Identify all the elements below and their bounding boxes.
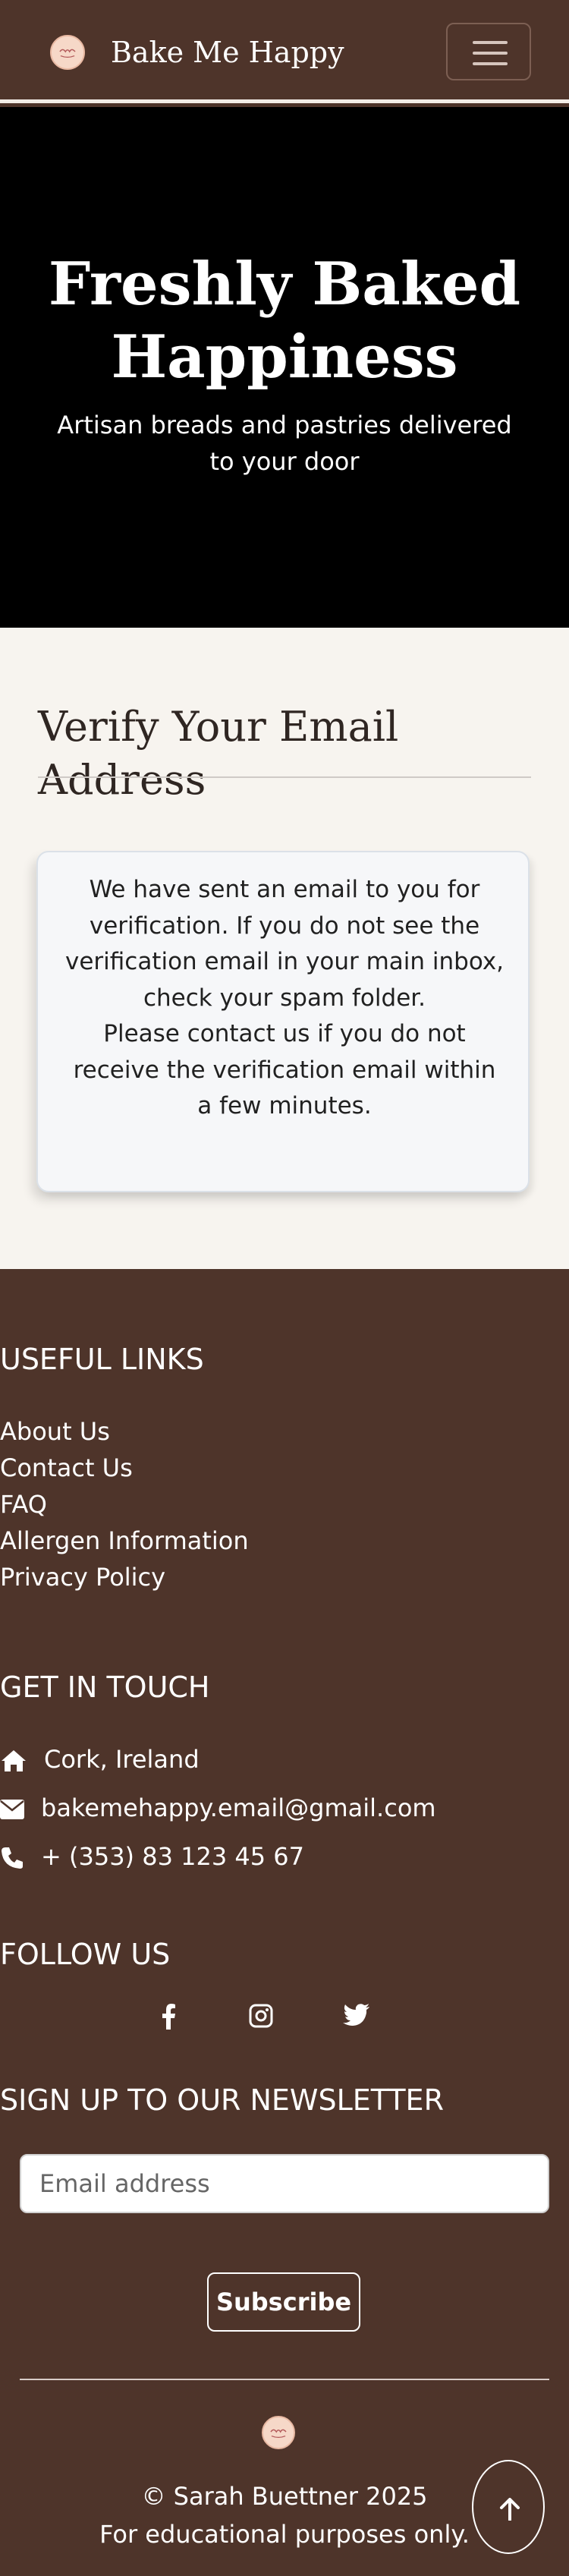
bakery-logo-icon[interactable] — [50, 35, 85, 70]
footer-divider — [20, 2379, 549, 2380]
home-icon — [0, 1749, 27, 1773]
verification-message-line-1: We have sent an email to you for verific… — [64, 876, 505, 1012]
hero-title: Freshly Baked Happiness — [48, 250, 521, 392]
instagram-icon[interactable] — [249, 2004, 273, 2028]
phone-text[interactable]: + (353) 83 123 45 67 — [41, 1842, 304, 1871]
contact-phone[interactable]: + (353) 83 123 45 67 — [0, 1838, 569, 1875]
verify-email-section: Verify Your Email Address We have sent a… — [0, 628, 569, 1269]
navbar: Bake Me Happy — [0, 0, 569, 103]
footer-link-allergen-information[interactable]: Allergen Information — [0, 1523, 569, 1559]
hamburger-menu-icon — [473, 41, 508, 44]
footer-link-faq[interactable]: FAQ — [0, 1486, 569, 1523]
hero-banner: Freshly Baked Happiness Artisan breads a… — [0, 107, 569, 628]
twitter-icon[interactable] — [343, 2004, 370, 2026]
footer-copyright: © Sarah Buettner 2025 For educational pu… — [76, 2477, 493, 2553]
footer-link-contact-us[interactable]: Contact Us — [0, 1450, 569, 1486]
brand-name[interactable]: Bake Me Happy — [111, 32, 344, 73]
title-divider — [38, 776, 531, 778]
address-text: Cork, Ireland — [44, 1745, 200, 1774]
hero-subtitle: Artisan breads and pastries delivered to… — [57, 411, 512, 476]
verification-message: We have sent an email to you for verific… — [64, 872, 505, 1125]
subscribe-button[interactable]: Subscribe — [207, 2272, 360, 2332]
footer-link-privacy-policy[interactable]: Privacy Policy — [0, 1559, 569, 1595]
envelope-icon — [0, 1800, 24, 1819]
contact-email[interactable]: bakemehappy.email@gmail.com — [0, 1790, 569, 1826]
page-title: Verify Your Email Address — [38, 703, 399, 804]
get-in-touch-heading: GET IN TOUCH — [0, 1671, 210, 1704]
useful-links-heading: USEFUL LINKS — [0, 1343, 204, 1376]
newsletter-email-input[interactable] — [20, 2154, 549, 2213]
follow-us-heading: FOLLOW US — [0, 1938, 171, 1971]
footer-link-about-us[interactable]: About Us — [0, 1413, 569, 1450]
footer-logo-icon — [262, 2416, 295, 2449]
newsletter-heading: SIGN UP TO OUR NEWSLETTER — [0, 2083, 444, 2117]
navbar-toggle-button[interactable] — [446, 23, 531, 80]
verification-message-card: We have sent an email to you for verific… — [36, 851, 530, 1192]
copyright-text: © Sarah Buettner 2025 — [141, 2482, 428, 2511]
facebook-icon[interactable] — [161, 2004, 176, 2030]
disclaimer-text: For educational purposes only. — [99, 2520, 470, 2549]
back-to-top-button[interactable] — [472, 2460, 545, 2554]
email-text[interactable]: bakemehappy.email@gmail.com — [41, 1793, 436, 1822]
verification-message-line-2: Please contact us if you do not receive … — [73, 1020, 496, 1120]
arrow-up-icon — [500, 2498, 520, 2521]
phone-icon — [0, 1846, 24, 1870]
contact-address: Cork, Ireland — [0, 1741, 569, 1778]
